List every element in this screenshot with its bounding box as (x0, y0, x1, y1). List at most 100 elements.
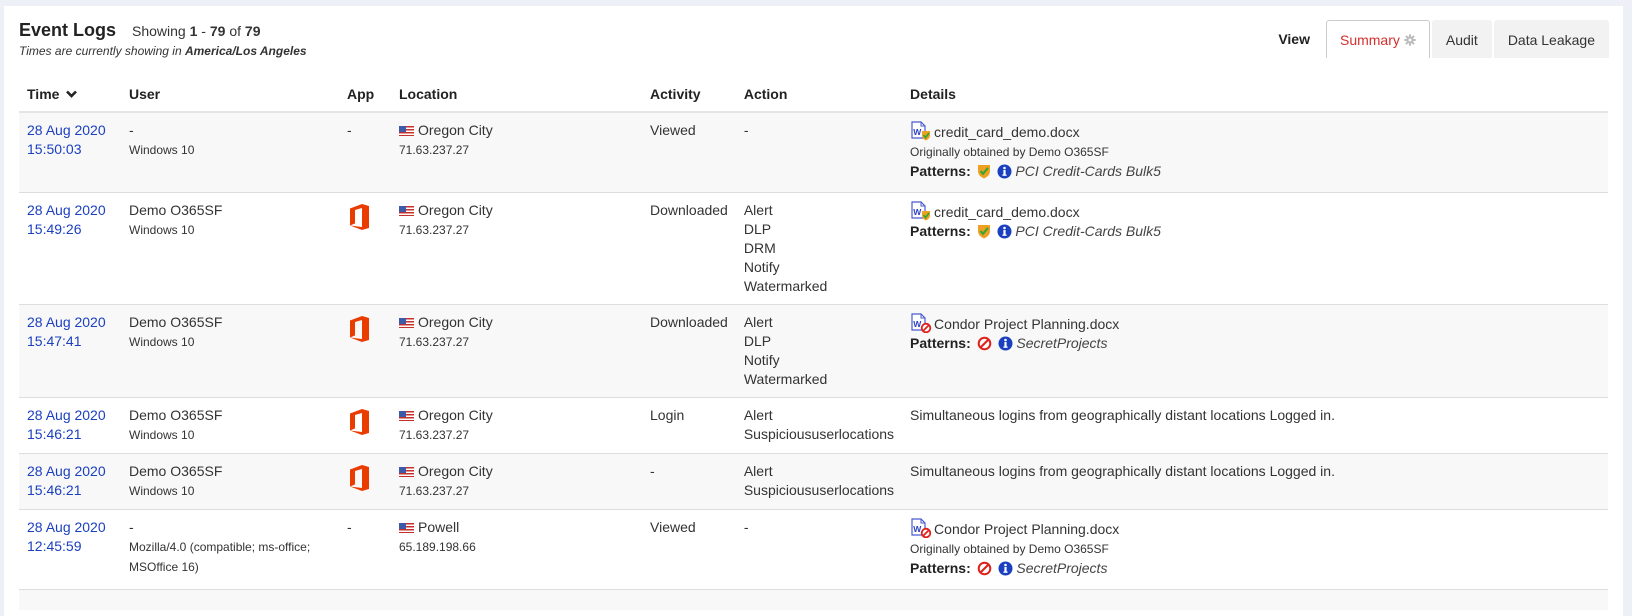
cell-time: 28 Aug 2020 15:46:21 (19, 397, 121, 454)
table-row[interactable]: 28 Aug 2020 15:46:21 Demo O365SF Windows 10… (19, 453, 1608, 510)
table-row[interactable]: 28 Aug 2020 12:45:59 - Mozilla/4.0 (compati… (19, 509, 1608, 590)
event-date-link[interactable]: 28 Aug 2020 (27, 202, 106, 218)
word-document-icon: W (910, 121, 932, 141)
event-date-link[interactable]: 28 Aug 2020 (27, 122, 106, 138)
activity: Viewed (650, 122, 696, 138)
info-icon[interactable] (997, 224, 1012, 244)
action-item: Watermarked (743, 278, 828, 294)
column-header-user[interactable]: User (121, 76, 339, 113)
tab-data-leakage[interactable]: Data Leakage (1493, 20, 1609, 58)
event-date-link[interactable]: 28 Aug 2020 (27, 519, 106, 535)
us-flag-icon (399, 126, 414, 136)
action-item: - (743, 122, 749, 138)
file-name[interactable]: Condor Project Planning.docx (934, 521, 1119, 537)
event-time-link[interactable]: 12:45:59 (27, 538, 82, 554)
event-time-link[interactable]: 15:50:03 (27, 141, 82, 157)
office-icon (347, 203, 371, 236)
empty-cell (339, 589, 391, 610)
file-name[interactable]: credit_card_demo.docx (934, 204, 1080, 220)
column-header-app[interactable]: App (339, 76, 391, 113)
cell-details: W Condor Project Planning.docx Originally … (902, 509, 1608, 590)
tab-audit[interactable]: Audit (1431, 20, 1492, 58)
event-date-link[interactable]: 28 Aug 2020 (27, 314, 106, 330)
action-item: Suspicioususerlocations (743, 482, 895, 498)
event-time-link[interactable]: 15:49:26 (27, 221, 82, 237)
user-device: Windows 10 (129, 428, 195, 442)
table-row[interactable]: 28 Aug 2020 15:50:03 - Windows 10 - Oregon Ci… (19, 111, 1608, 193)
column-header-action[interactable]: Action (735, 76, 903, 113)
table-row[interactable]: 28 Aug 2020 15:47:41 Demo O365SF Windows 10… (19, 304, 1608, 398)
cell-app (339, 453, 391, 510)
file-name[interactable]: Condor Project Planning.docx (934, 316, 1119, 332)
us-flag-icon (399, 318, 414, 328)
cell-app: - (339, 111, 391, 193)
table-row[interactable]: 28 Aug 2020 15:49:26 Demo O365SF Windows 10… (19, 192, 1608, 305)
action-item: DLP (743, 333, 772, 349)
patterns-label: Patterns: (910, 560, 971, 576)
blocked-icon (977, 561, 992, 581)
user-device: Windows 10 (129, 223, 195, 237)
cell-activity: - (642, 453, 736, 510)
event-time-link[interactable]: 15:46:21 (27, 426, 82, 442)
location-ip: 71.63.237.27 (399, 335, 470, 349)
cell-details: Simultaneous logins from geographically … (902, 397, 1608, 454)
word-document-icon: W (910, 313, 932, 334)
action-item: Alert (743, 314, 773, 330)
event-logs-panel: Event Logs Showing 1 - 79 of 79 Times ar… (4, 6, 1623, 616)
table-row[interactable]: 28 Aug 2020 15:46:21 Demo O365SF Windows 10… (19, 397, 1608, 454)
file-name[interactable]: credit_card_demo.docx (934, 124, 1080, 140)
event-date-link[interactable]: 28 Aug 2020 (27, 463, 106, 479)
svg-text:W: W (913, 127, 922, 137)
chevron-down-icon[interactable] (66, 85, 78, 101)
event-log-table: Time User App Location Activity Action D… (19, 76, 1608, 610)
user-name: Demo O365SF (129, 202, 223, 218)
empty-cell (391, 589, 642, 610)
cell-details: W Condor Project Planning.docx Patterns: S… (902, 304, 1608, 398)
results-count: Showing 1 - 79 of 79 (132, 23, 261, 39)
cell-app (339, 304, 391, 398)
empty-cell (19, 589, 121, 610)
us-flag-icon (399, 206, 414, 216)
gear-icon[interactable] (1404, 33, 1416, 46)
event-time-link[interactable]: 15:47:41 (27, 333, 82, 349)
user-name: - (129, 519, 134, 535)
shield-check-icon (977, 224, 991, 244)
user-device: Mozilla/4.0 (compatible; ms-office; MSOf… (129, 540, 311, 574)
obtained-by: Originally obtained by Demo O365SF (910, 542, 1109, 556)
info-icon[interactable] (998, 336, 1013, 356)
user-name: Demo O365SF (129, 463, 223, 479)
office-icon (347, 315, 371, 348)
user-device: Windows 10 (129, 484, 195, 498)
app-name: - (347, 519, 352, 535)
column-header-time[interactable]: Time (19, 76, 121, 113)
cell-details: Simultaneous logins from geographically … (902, 453, 1608, 510)
location-city: Oregon City (418, 407, 493, 423)
cell-location: Oregon City 71.63.237.27 (391, 453, 642, 510)
event-time-link[interactable]: 15:46:21 (27, 482, 82, 498)
cell-location: Oregon City 71.63.237.27 (391, 111, 642, 193)
action-item: Notify (743, 352, 780, 368)
column-header-location[interactable]: Location (391, 76, 642, 113)
table-row[interactable] (19, 589, 1608, 610)
location-ip: 71.63.237.27 (399, 223, 470, 237)
tab-summary[interactable]: Summary (1325, 20, 1430, 58)
location-ip: 71.63.237.27 (399, 143, 470, 157)
cell-location: Oregon City 71.63.237.27 (391, 192, 642, 305)
patterns-label: Patterns: (910, 163, 971, 179)
action-item: Notify (743, 259, 780, 275)
action-item: Alert (743, 407, 773, 423)
info-icon[interactable] (998, 561, 1013, 581)
cell-location: Oregon City 71.63.237.27 (391, 304, 642, 398)
table-header-row: Time User App Location Activity Action D… (19, 76, 1608, 113)
action-item: - (743, 519, 749, 535)
pattern-name: SecretProjects (1016, 335, 1108, 351)
cell-time: 28 Aug 2020 15:50:03 (19, 111, 121, 193)
timezone-note: Times are currently showing in America/L… (19, 44, 307, 58)
column-header-details[interactable]: Details (902, 76, 1608, 113)
info-icon[interactable] (997, 164, 1012, 184)
column-header-activity[interactable]: Activity (642, 76, 736, 113)
cell-action: Alert DLP DRM Notify Watermarked (735, 192, 903, 305)
empty-cell (902, 589, 1608, 610)
action-item: Alert (743, 463, 773, 479)
event-date-link[interactable]: 28 Aug 2020 (27, 407, 106, 423)
